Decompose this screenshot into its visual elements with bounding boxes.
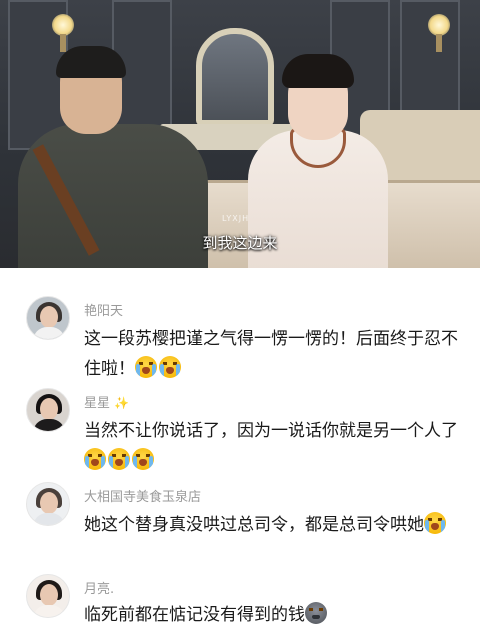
video-watermark: LYXJH xyxy=(222,214,250,223)
comment-text: 临死前都在惦记没有得到的钱 xyxy=(84,600,464,630)
comment-list: 艳阳天 这一段苏樱把谨之气得一愣一愣的！后面终于忍不住啦！ 星星 ✨ 当然不让你说… xyxy=(0,268,480,640)
avatar[interactable] xyxy=(26,482,70,526)
comment-text: 当然不让你说话了，因为一说话你就是另一个人了 xyxy=(84,416,464,476)
woman-hair xyxy=(282,54,354,88)
video-subtitle: 到我这边来 xyxy=(202,234,278,252)
crying-laugh-emoji xyxy=(84,448,106,470)
comment-text: 她这个替身真没哄过总司令，都是总司令哄她 xyxy=(84,510,464,540)
wall-lamp-base xyxy=(436,34,442,52)
crying-laugh-emoji xyxy=(108,448,130,470)
video-frame[interactable]: LYXJH 到我这边来 xyxy=(0,0,480,268)
comment-text: 这一段苏樱把谨之气得一愣一愣的！后面终于忍不住啦！ xyxy=(84,329,458,379)
comment-username[interactable]: 月亮. xyxy=(84,578,114,597)
man-hair xyxy=(56,46,126,78)
comment-username[interactable]: 大相国寺美食玉泉店 xyxy=(84,486,201,505)
sparkle-icon: ✨ xyxy=(114,396,129,410)
avatar[interactable] xyxy=(26,574,70,618)
sad-dark-emoji xyxy=(305,602,327,624)
wall-lamp-base xyxy=(60,34,66,52)
crying-laugh-emoji xyxy=(135,356,157,378)
vanity-mirror xyxy=(196,28,274,126)
crying-laugh-emoji xyxy=(132,448,154,470)
wall-lamp xyxy=(52,14,74,36)
avatar[interactable] xyxy=(26,296,70,340)
comment-username[interactable]: 艳阳天 xyxy=(84,300,123,319)
crying-laugh-emoji xyxy=(159,356,181,378)
crying-laugh-emoji xyxy=(424,512,446,534)
avatar[interactable] xyxy=(26,388,70,432)
wall-lamp xyxy=(428,14,450,36)
comment-username[interactable]: 星星 ✨ xyxy=(84,392,129,411)
